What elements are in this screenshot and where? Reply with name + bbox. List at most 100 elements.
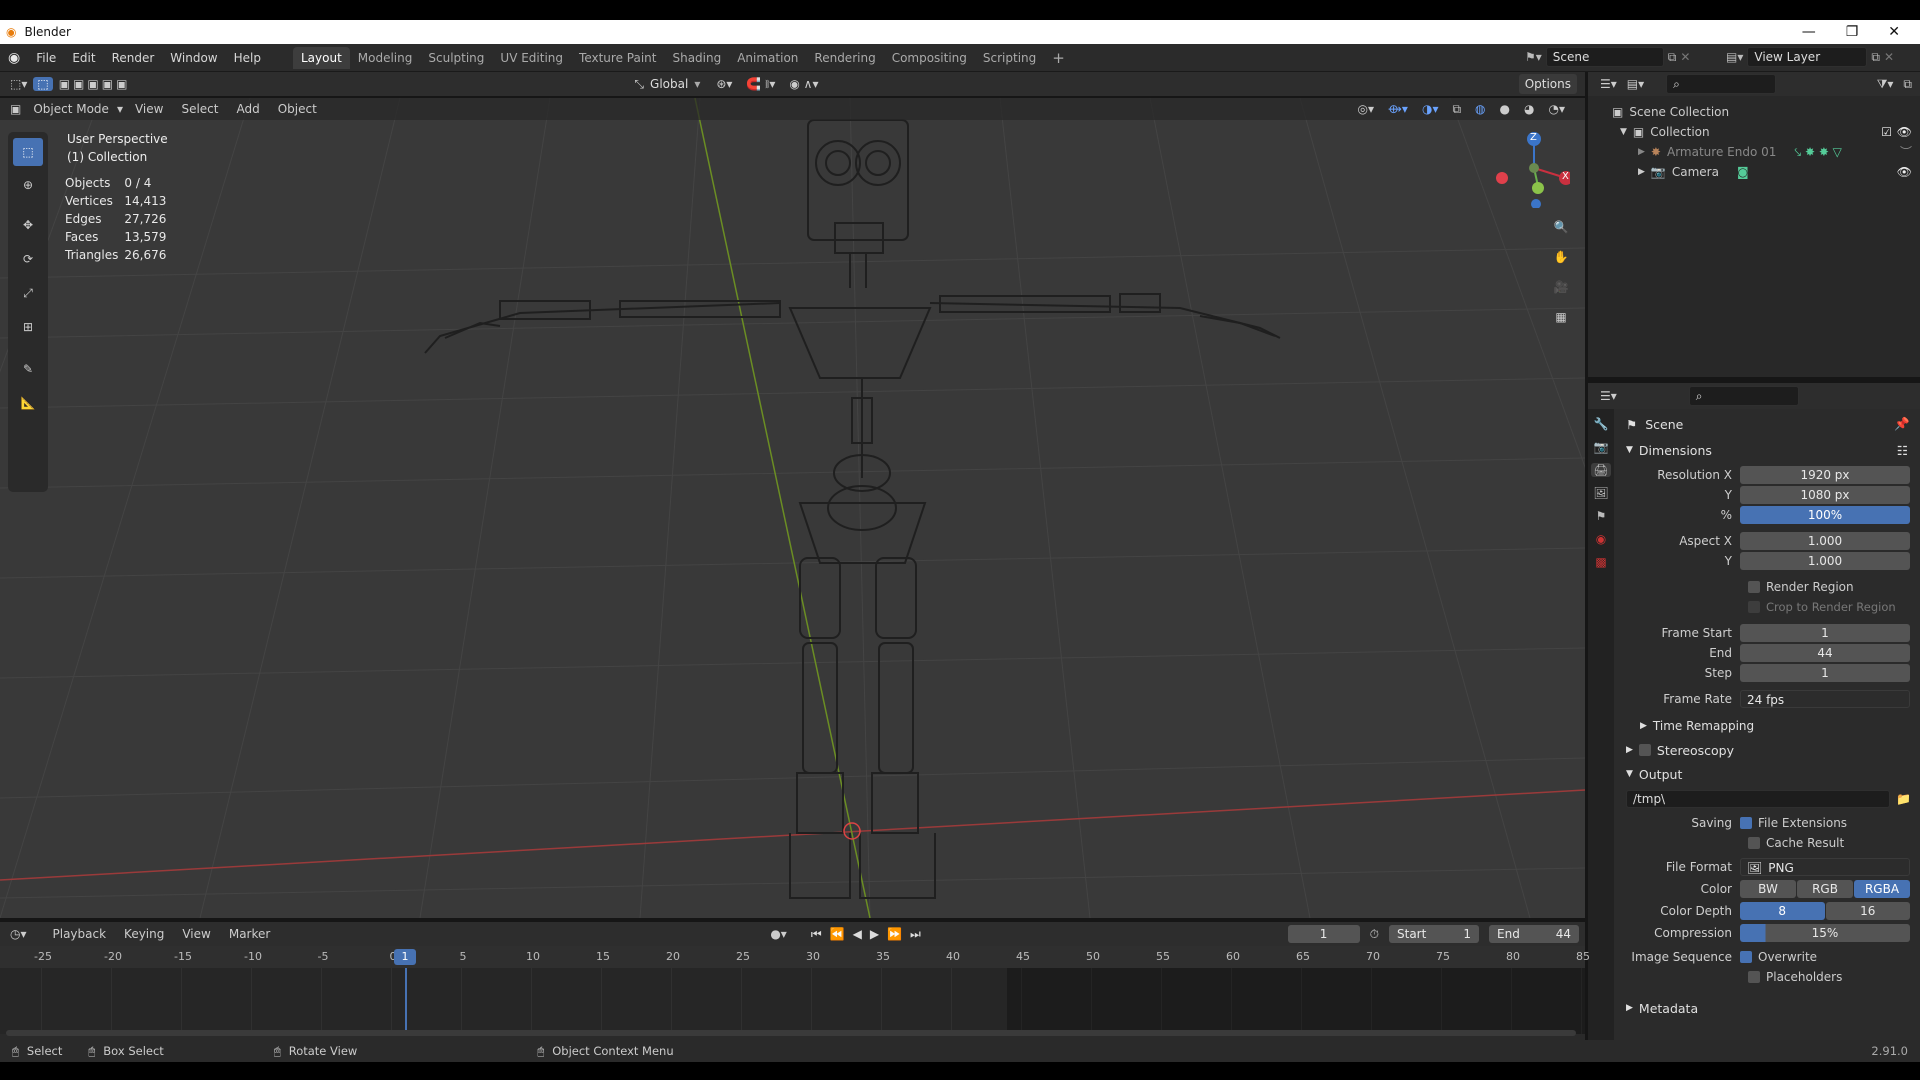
new-scene-icon[interactable]: ⧉ [1668, 50, 1677, 65]
scene-name-field[interactable]: Scene [1545, 47, 1664, 67]
output-panel-header[interactable]: ▼ Output [1618, 763, 1918, 785]
cache-result-checkbox[interactable] [1748, 837, 1760, 849]
frame-rate-dropdown[interactable]: 24 fps [1740, 690, 1910, 708]
select-mode-icons[interactable]: ▣▣▣▣▣ [59, 77, 131, 91]
solid-shading-icon[interactable]: ● [1500, 102, 1510, 116]
object-mode-dropdown[interactable]: Object Mode ▾ [33, 102, 123, 116]
expand-icon[interactable]: ▼ [1620, 122, 1627, 142]
tab-sculpting[interactable]: Sculpting [420, 47, 492, 69]
render-region-row[interactable]: Render Region [1618, 577, 1918, 597]
menu-render[interactable]: Render [104, 47, 163, 69]
select-box-tool-icon[interactable]: ⬚ [13, 138, 43, 166]
compression-slider[interactable]: 15% [1740, 924, 1910, 942]
aspect-x-field[interactable]: 1.000 [1740, 532, 1910, 550]
3d-viewport[interactable]: ⬚ ⊕ ✥ ⟳ ⤢ ⊞ ✎ 📐 User Perspective (1) Col… [0, 98, 1585, 918]
tab-layout[interactable]: Layout [292, 46, 350, 69]
resolution-percent-slider[interactable]: 100% [1740, 506, 1910, 524]
editor-type-icon[interactable]: ⬚▾ [10, 77, 27, 91]
annotate-tool-icon[interactable]: ✎ [17, 358, 39, 380]
playhead-handle[interactable]: 1 [394, 949, 416, 965]
frame-step-field[interactable]: 1 [1740, 664, 1910, 682]
timeline-menu-view[interactable]: View [182, 927, 210, 941]
rotate-tool-icon[interactable]: ⟳ [17, 248, 39, 270]
eye-icon[interactable]: 👁 [1897, 162, 1912, 182]
timeline-menu-playback[interactable]: Playback [53, 927, 107, 941]
display-mode-icon[interactable]: ▤▾ [1627, 77, 1644, 91]
color-rgba-button[interactable]: RGBA [1854, 880, 1910, 898]
aspect-y-field[interactable]: 1.000 [1740, 552, 1910, 570]
proportional-edit-icon[interactable]: ◉ ∧▾ [789, 77, 818, 91]
preview-range-icon[interactable]: ⏱ [1370, 927, 1379, 942]
view-layer-field[interactable]: View Layer [1747, 47, 1868, 67]
tab-scripting[interactable]: Scripting [975, 47, 1044, 69]
play-icon[interactable]: ▶ [870, 927, 879, 941]
jump-keyframe-back-icon[interactable]: ⏪ [830, 927, 845, 941]
menu-help[interactable]: Help [226, 47, 269, 69]
file-extensions-checkbox[interactable] [1740, 817, 1752, 829]
metadata-panel-header[interactable]: ▶ Metadata [1618, 997, 1918, 1019]
scene-tab-icon[interactable]: ⚑ [1596, 509, 1607, 523]
texture-tab-icon[interactable]: ▩ [1595, 555, 1606, 569]
menu-edit[interactable]: Edit [64, 47, 103, 69]
current-frame-field[interactable]: 1 [1287, 925, 1360, 943]
stereoscopy-checkbox[interactable] [1638, 744, 1651, 756]
menu-window[interactable]: Window [162, 47, 225, 69]
world-tab-icon[interactable]: ◉ [1596, 532, 1606, 546]
menu-file[interactable]: File [28, 47, 64, 69]
cursor-tool-icon[interactable]: ⊕ [17, 174, 39, 196]
output-tab-icon[interactable]: 🖨 [1591, 463, 1611, 477]
material-shading-icon[interactable]: ◕ [1524, 102, 1534, 116]
crop-region-row[interactable]: Crop to Render Region [1618, 597, 1918, 617]
select-tool-icon[interactable]: ⬚ [33, 77, 53, 91]
output-path-field[interactable]: /tmp\ [1626, 790, 1890, 808]
resolution-x-field[interactable]: 1920 px [1740, 466, 1910, 484]
camera-view-icon[interactable]: 🎥 [1550, 276, 1572, 298]
tab-rendering[interactable]: Rendering [806, 47, 883, 69]
file-format-dropdown[interactable]: 🖼 PNG [1740, 858, 1910, 876]
add-workspace-icon[interactable]: + [1052, 49, 1065, 67]
tab-uv-editing[interactable]: UV Editing [492, 47, 571, 69]
stereoscopy-panel-header[interactable]: ▶ Stereoscopy [1618, 739, 1918, 761]
dimensions-panel-header[interactable]: ▼ Dimensions ☷ [1618, 439, 1918, 461]
jump-start-icon[interactable]: ⏮ [811, 927, 822, 942]
timeline-scrollbar[interactable] [6, 1030, 1576, 1036]
blender-menu-icon[interactable]: ◉ [8, 50, 20, 66]
checkbox-icon[interactable]: ☑ [1881, 122, 1892, 142]
transform-tool-icon[interactable]: ⊞ [17, 316, 39, 338]
depth-16-button[interactable]: 16 [1825, 902, 1910, 920]
render-region-checkbox[interactable] [1748, 581, 1760, 593]
close-icon[interactable]: ✕ [1888, 24, 1900, 40]
wireframe-shading-icon[interactable]: ◍ [1475, 102, 1485, 116]
pin-icon[interactable]: 📌 [1894, 416, 1910, 432]
viewport-menu-add[interactable]: Add [236, 102, 259, 116]
jump-end-icon[interactable]: ⏭ [910, 927, 921, 942]
gizmo-toggle-icon[interactable]: ⟴▾ [1388, 102, 1408, 116]
visibility-icon[interactable]: ◎▾ [1358, 102, 1375, 116]
restore-icon[interactable]: ❐ [1846, 24, 1859, 40]
tab-compositing[interactable]: Compositing [884, 47, 975, 69]
scene-icon[interactable]: ⚑▾ [1525, 50, 1542, 64]
time-remapping-subpanel[interactable]: ▶ Time Remapping [1618, 715, 1918, 737]
orientation-dropdown[interactable]: Global [650, 77, 688, 91]
frame-start-field[interactable]: 1 [1740, 624, 1910, 642]
view-layer-icon[interactable]: ▤▾ [1726, 50, 1743, 64]
overlay-toggle-icon[interactable]: ◑▾ [1422, 102, 1439, 116]
cache-result-row[interactable]: Cache Result [1618, 833, 1918, 853]
tab-animation[interactable]: Animation [729, 47, 806, 69]
color-bw-button[interactable]: BW [1740, 880, 1796, 898]
tool-tab-icon[interactable]: 🔧 [1594, 417, 1609, 431]
snap-icon[interactable]: 🧲 ⧚▾ [746, 77, 775, 92]
rendered-shading-icon[interactable]: ◔▾ [1549, 102, 1566, 116]
outliner-editor-icon[interactable]: ☰▾ [1600, 77, 1617, 91]
properties-search-field[interactable]: ⌕ [1688, 386, 1799, 406]
ortho-toggle-icon[interactable]: ▦ [1550, 306, 1572, 328]
placeholders-checkbox[interactable] [1748, 971, 1760, 983]
delete-scene-icon[interactable]: ✕ [1680, 50, 1690, 64]
placeholders-row[interactable]: Placeholders [1618, 967, 1918, 987]
crop-region-checkbox[interactable] [1748, 601, 1760, 613]
expand-icon[interactable]: ▶ [1638, 162, 1645, 182]
render-tab-icon[interactable]: 📷 [1594, 440, 1609, 454]
outliner-item-camera[interactable]: ▶ 📷 Camera ◙ 👁 [1612, 162, 1920, 182]
navigation-gizmo[interactable]: Z X [1490, 128, 1573, 209]
eye-closed-icon[interactable]: ︶ [1900, 142, 1912, 162]
